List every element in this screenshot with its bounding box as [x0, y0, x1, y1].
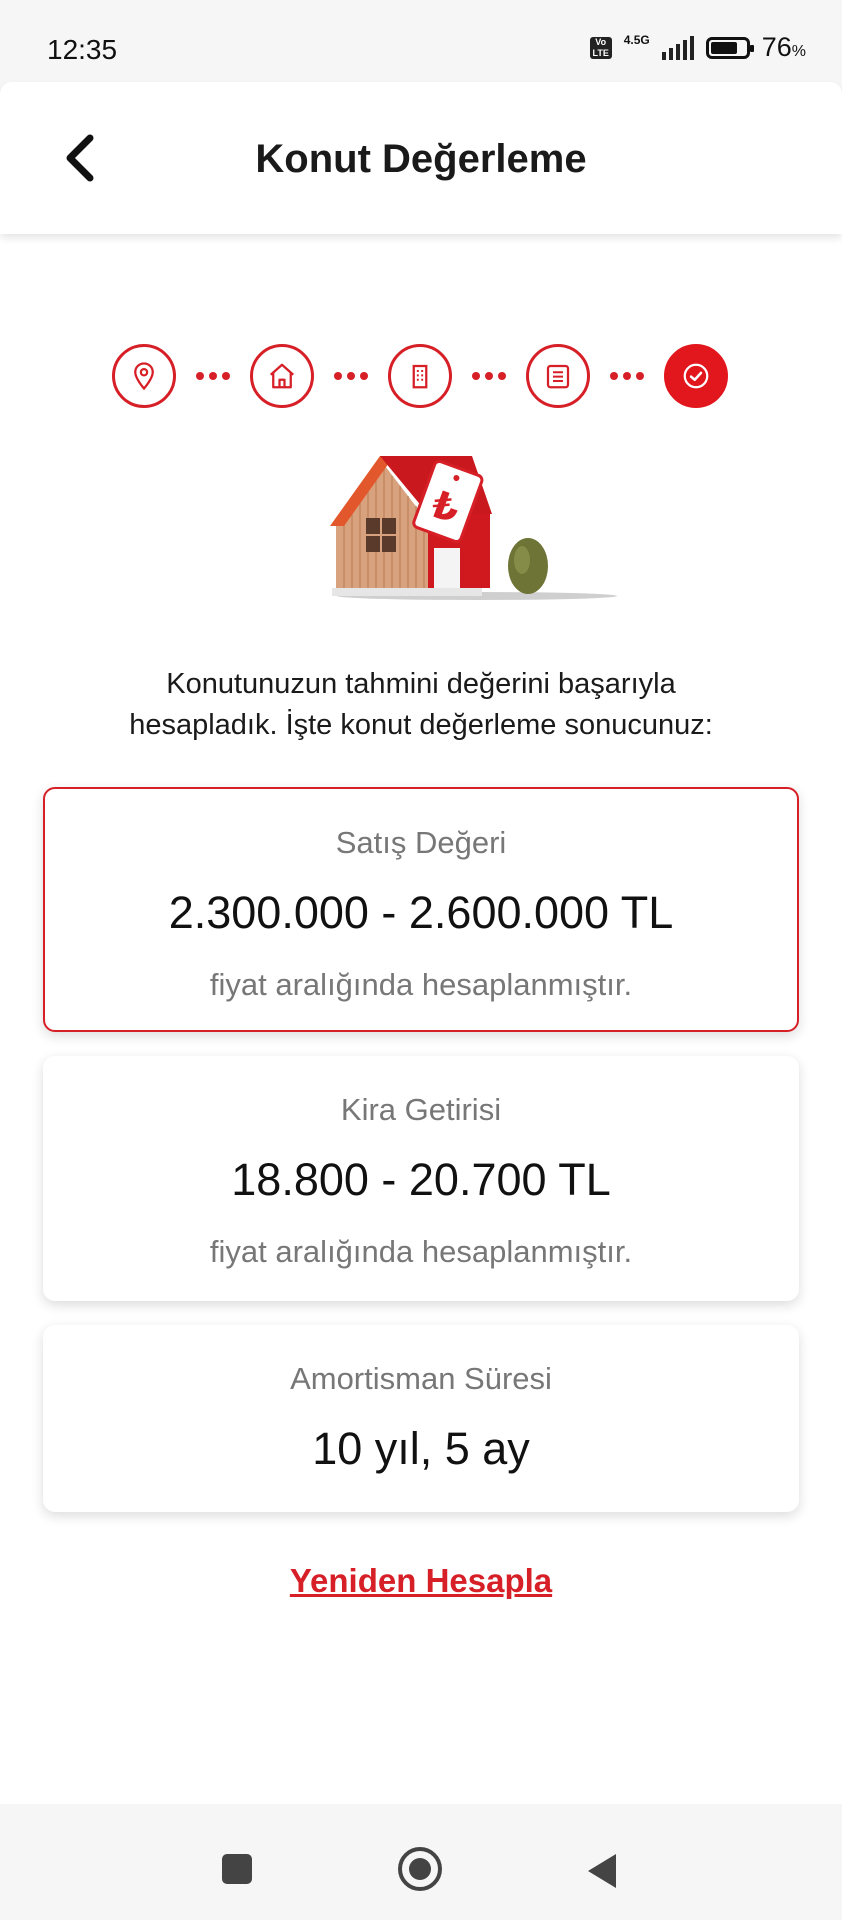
status-icons: Vo LTE 4.5G 76%: [589, 32, 806, 63]
progress-steps: [112, 344, 728, 408]
home-button[interactable]: [398, 1847, 442, 1891]
amortization-value: 10 yıl, 5 ay: [312, 1423, 530, 1474]
sale-value-note: fiyat aralığında hesaplanmıştır.: [209, 967, 633, 1002]
status-bar: 12:35 Vo LTE 4.5G 76%: [0, 0, 842, 90]
house-valuation-illustration: ₺: [322, 448, 632, 608]
result-intro-text: Konutunuzun tahmini değerini başarıyla h…: [60, 664, 782, 746]
app-header: Konut Değerleme: [0, 82, 842, 234]
document-icon: [546, 364, 570, 389]
rent-yield-note: fiyat aralığında hesaplanmıştır.: [209, 1234, 633, 1269]
step-result: [664, 344, 728, 408]
recalculate-link[interactable]: Yeniden Hesapla: [0, 1562, 842, 1600]
amortization-card: Amortisman Süresi 10 yıl, 5 ay: [43, 1325, 799, 1512]
system-back-button[interactable]: [588, 1854, 616, 1888]
page-title: Konut Değerleme: [255, 137, 587, 181]
signal-icon: [661, 35, 694, 60]
building-icon: [412, 364, 428, 389]
intro-line-1: Konutunuzun tahmini değerini başarıyla: [166, 668, 676, 700]
step-document: [526, 344, 590, 408]
battery-icon: [705, 36, 754, 59]
recents-button[interactable]: [222, 1854, 252, 1884]
step-connector: [314, 372, 388, 380]
rent-yield-card: Kira Getirisi 18.800 - 20.700 TL fiyat a…: [43, 1056, 799, 1301]
sale-value-label: Satış Değeri: [335, 825, 507, 860]
intro-line-2: hesapladık. İşte konut değerleme sonucun…: [129, 709, 713, 741]
step-building: [388, 344, 452, 408]
step-connector: [452, 372, 526, 380]
volte-icon: Vo LTE: [589, 36, 612, 59]
house-icon: [270, 363, 294, 389]
battery-percent: 76%: [761, 32, 806, 62]
step-location: [112, 344, 176, 408]
step-house: [250, 344, 314, 408]
sale-value-range: 2.300.000 - 2.600.000 TL: [168, 887, 674, 938]
location-pin-icon: [134, 362, 154, 391]
step-connector: [176, 372, 250, 380]
system-nav-bar: [0, 1804, 842, 1920]
amortization-label: Amortisman Süresi: [290, 1361, 552, 1396]
status-time: 12:35: [47, 34, 118, 65]
check-icon: [683, 363, 709, 389]
sale-value-card: Satış Değeri 2.300.000 - 2.600.000 TL fi…: [43, 787, 799, 1032]
rent-yield-label: Kira Getirisi: [340, 1092, 502, 1127]
network-type: 4.5G: [623, 32, 650, 47]
rent-yield-range: 18.800 - 20.700 TL: [231, 1154, 611, 1205]
step-connector: [590, 372, 664, 380]
